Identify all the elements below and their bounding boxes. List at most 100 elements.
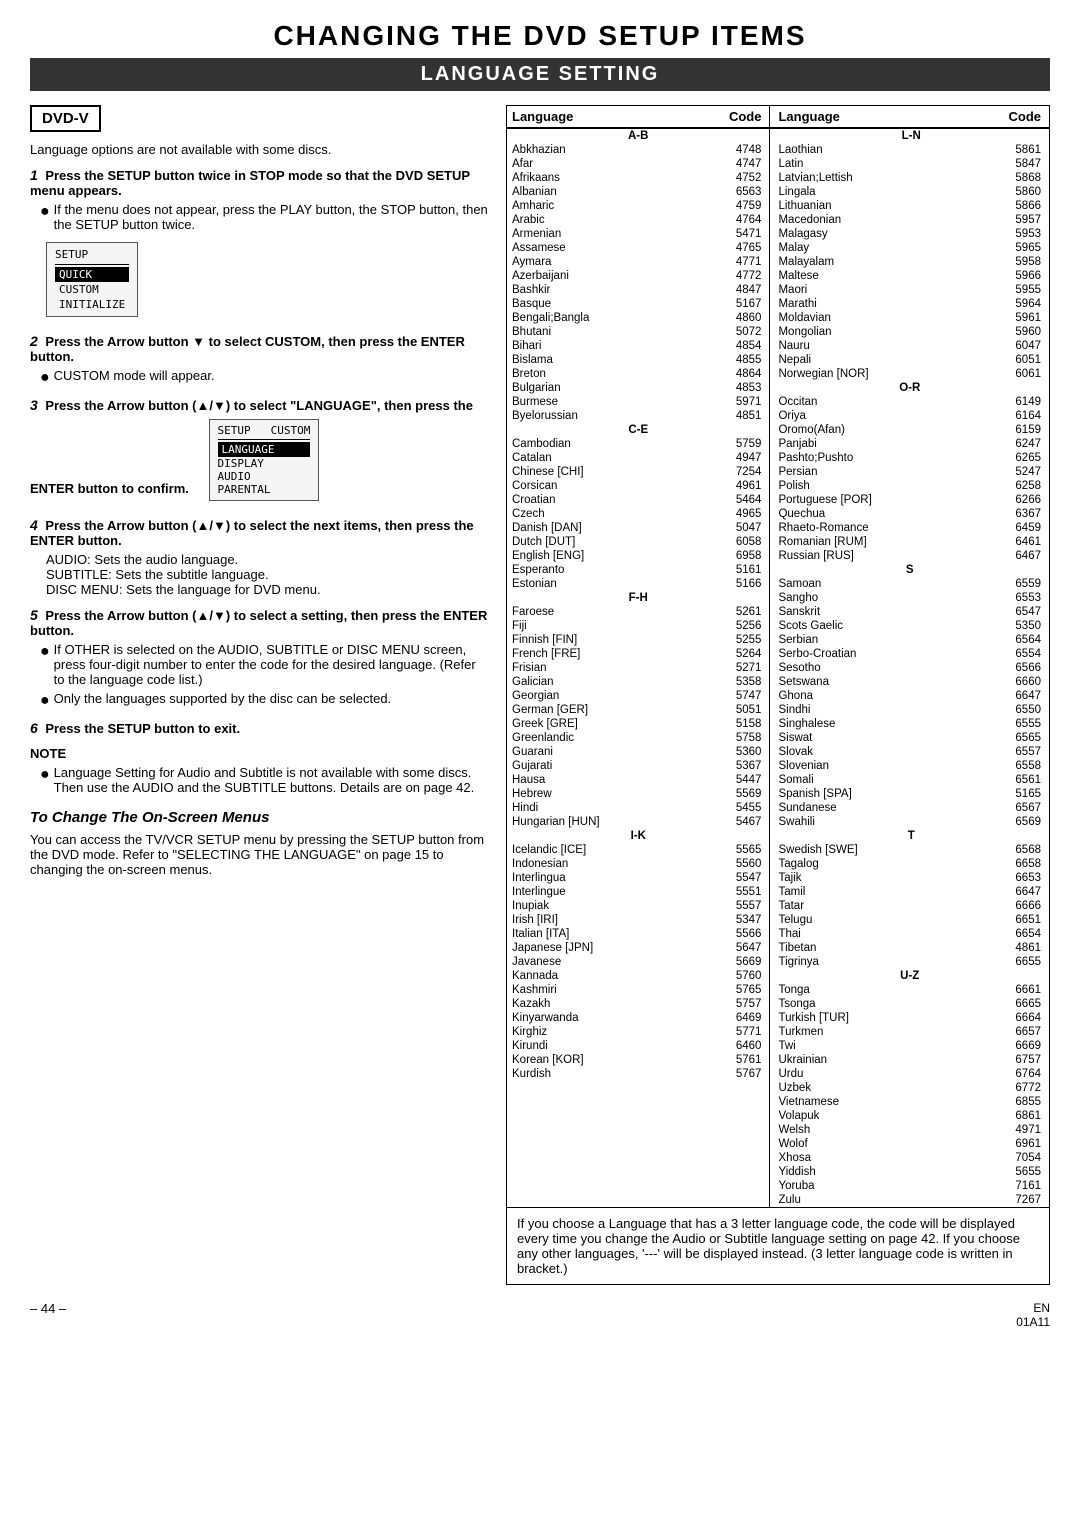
lang-cell-left: Catalan: [507, 451, 686, 465]
code-cell-left: 5447: [686, 773, 770, 787]
right-column: Language Code Language Code A-B L-N Abkh…: [506, 105, 1050, 1285]
lang-cell-left: Kashmiri: [507, 983, 686, 997]
lang-cell-left: Abkhazian: [507, 143, 686, 157]
code-cell-right: 6461: [966, 535, 1049, 549]
code-cell-right: 5350: [966, 619, 1049, 633]
code-cell-right: 6757: [966, 1053, 1049, 1067]
lang-cell-right: Welsh: [770, 1123, 966, 1137]
lang-cell-left: Interlingua: [507, 871, 686, 885]
code-cell-right: 5964: [966, 297, 1049, 311]
code-cell-right: 5861: [966, 143, 1049, 157]
code-cell-left: [686, 1179, 770, 1193]
lang-cell-right: Samoan: [770, 577, 966, 591]
code-cell-left: [686, 1193, 770, 1207]
code-cell-right: 6567: [966, 801, 1049, 815]
code-cell-left: 5761: [686, 1053, 770, 1067]
code-cell-right: 5960: [966, 325, 1049, 339]
code-cell-left: 4748: [686, 143, 770, 157]
bottom-info: If you choose a Language that has a 3 le…: [506, 1208, 1050, 1285]
lang-cell-right: Setswana: [770, 675, 966, 689]
lang-cell-right: Malay: [770, 241, 966, 255]
lang-cell-left: Japanese [JPN]: [507, 941, 686, 955]
code-cell-right: 7054: [966, 1151, 1049, 1165]
page-footer: – 44 – EN 01A11: [30, 1301, 1050, 1329]
step-6-num: 6: [30, 720, 42, 736]
code-cell-left: 5158: [686, 717, 770, 731]
lang-cell-left: Icelandic [ICE]: [507, 843, 686, 857]
lang-cell-left: Galician: [507, 675, 686, 689]
lang-cell-left: Hungarian [HUN]: [507, 815, 686, 829]
code-cell-left: 5760: [686, 969, 770, 983]
lang-cell-left: German [GER]: [507, 703, 686, 717]
code-cell-right: 6669: [966, 1039, 1049, 1053]
lang-cell-right: Panjabi: [770, 437, 966, 451]
lang-cell-right: Romanian [RUM]: [770, 535, 966, 549]
lang-cell-right: Norwegian [NOR]: [770, 367, 966, 381]
step-6: 6 Press the SETUP button to exit.: [30, 720, 490, 736]
code-cell-right: 6367: [966, 507, 1049, 521]
lang-cell-left: Kannada: [507, 969, 686, 983]
step-2-text: Press the Arrow button ▼ to select CUSTO…: [30, 334, 465, 364]
step-4-text: Press the Arrow button (▲/▼) to select t…: [30, 518, 474, 548]
lang-cell-left: Bashkir: [507, 283, 686, 297]
lang-cell-right: Oriya: [770, 409, 966, 423]
section-label-right: T: [770, 829, 1049, 843]
code-cell-left: 4854: [686, 339, 770, 353]
code-cell-left: 4847: [686, 283, 770, 297]
code-cell-right: 6661: [966, 983, 1049, 997]
lang-cell-right: Zulu: [770, 1193, 966, 1207]
code-cell-right: 6569: [966, 815, 1049, 829]
code-cell-left: 5647: [686, 941, 770, 955]
code-cell-left: 5051: [686, 703, 770, 717]
code-cell-right: 6164: [966, 409, 1049, 423]
lang-cell-right: Lithuanian: [770, 199, 966, 213]
lang-cell-left: Greek [GRE]: [507, 717, 686, 731]
code-cell-left: 5347: [686, 913, 770, 927]
lang-cell-right: Maltese: [770, 269, 966, 283]
lang-cell-right: Sindhi: [770, 703, 966, 717]
code-cell-left: 5560: [686, 857, 770, 871]
lang-cell-right: Malayalam: [770, 255, 966, 269]
code-cell-left: [686, 1165, 770, 1179]
code-cell-right: 6861: [966, 1109, 1049, 1123]
code-cell-right: 5847: [966, 157, 1049, 171]
menu-quick: QUICK: [55, 267, 129, 282]
lang-cell-left: Kinyarwanda: [507, 1011, 686, 1025]
lang-cell-left: Kurdish: [507, 1067, 686, 1081]
intro-note: Language options are not available with …: [30, 142, 490, 157]
lang-cell-right: Sangho: [770, 591, 966, 605]
code-cell-right: 6266: [966, 493, 1049, 507]
lang-cell-left: Burmese: [507, 395, 686, 409]
code-cell-left: [686, 1151, 770, 1165]
lang-cell-left: Danish [DAN]: [507, 521, 686, 535]
lang-cell-left: Bhutani: [507, 325, 686, 339]
dvd-badge: DVD-V: [30, 105, 101, 132]
lang-cell-left: Armenian: [507, 227, 686, 241]
change-text: You can access the TV/VCR SETUP menu by …: [30, 832, 490, 877]
lang-cell-right: Tajik: [770, 871, 966, 885]
lang-cell-left: Indonesian: [507, 857, 686, 871]
code-cell-right: 4861: [966, 941, 1049, 955]
lang-cell-right: Latvian;Lettish: [770, 171, 966, 185]
code-cell-left: 5758: [686, 731, 770, 745]
lang-cell-left: [507, 1109, 686, 1123]
code-cell-left: [686, 1095, 770, 1109]
step-1-num: 1: [30, 167, 42, 183]
code-cell-left: 4851: [686, 409, 770, 423]
code-cell-left: 5757: [686, 997, 770, 1011]
language-table: Language Code Language Code A-B L-N Abkh…: [507, 106, 1049, 1207]
step-6-text: Press the SETUP button to exit.: [45, 721, 240, 736]
lang-cell-right: Portuguese [POR]: [770, 493, 966, 507]
lang-cell-right: Telugu: [770, 913, 966, 927]
menu-audio: AUDIO: [218, 470, 311, 483]
lang-cell-left: Finnish [FIN]: [507, 633, 686, 647]
lang-cell-left: Inupiak: [507, 899, 686, 913]
lang-cell-left: Hausa: [507, 773, 686, 787]
disc-menu-line: DISC MENU: Sets the language for DVD men…: [46, 582, 490, 597]
lang-cell-right: Slovenian: [770, 759, 966, 773]
lang-cell-left: Assamese: [507, 241, 686, 255]
lang-cell-right: Sanskrit: [770, 605, 966, 619]
code-cell-right: 5966: [966, 269, 1049, 283]
bullet-dot-3b: ●: [40, 691, 50, 710]
col-lang-2: Language: [770, 106, 966, 128]
